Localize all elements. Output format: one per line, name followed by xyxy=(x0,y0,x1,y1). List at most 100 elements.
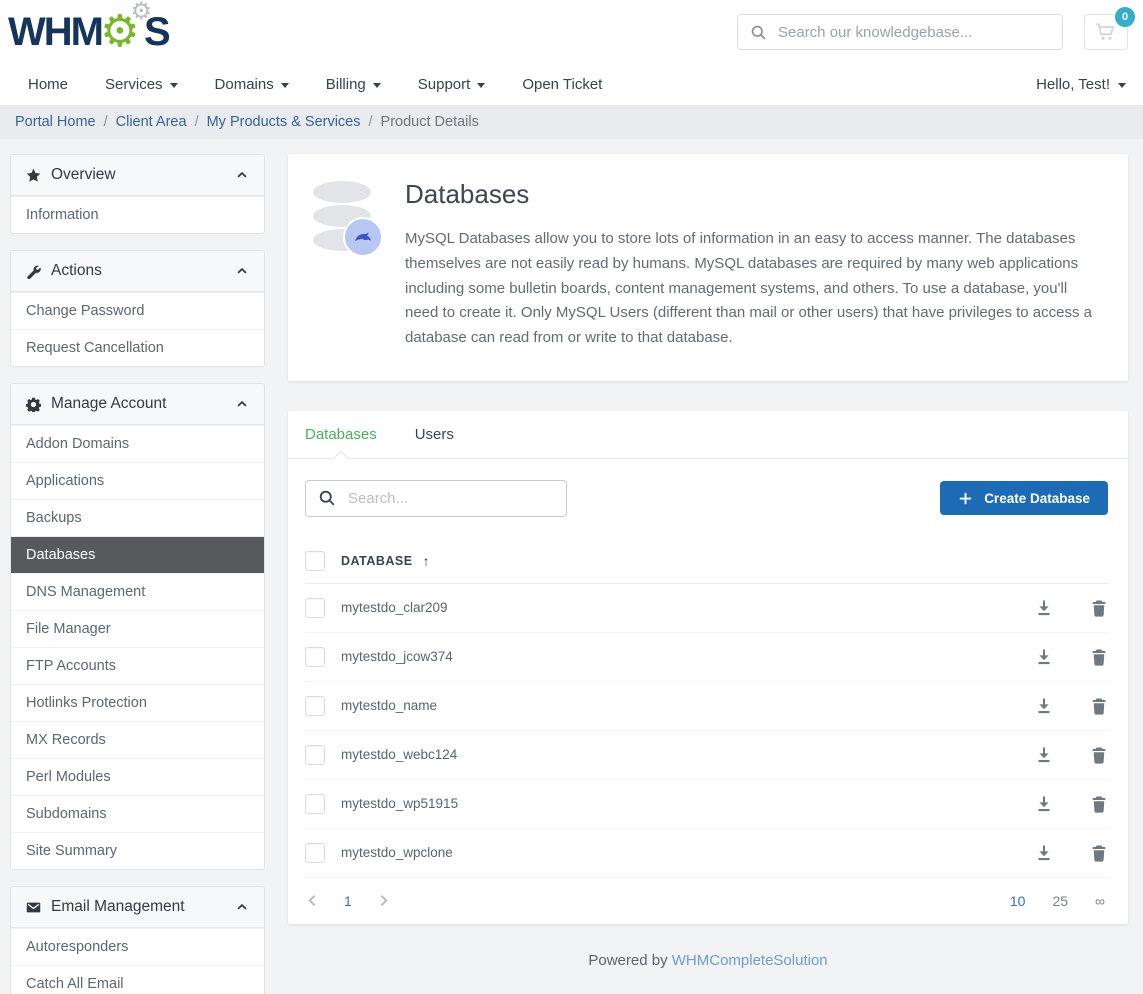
table-row: mytestdo_name xyxy=(305,682,1108,731)
table-search-input[interactable] xyxy=(348,490,554,507)
download-icon[interactable] xyxy=(1035,844,1053,862)
delete-icon[interactable] xyxy=(1090,599,1108,617)
row-checkbox[interactable] xyxy=(305,598,325,618)
row-checkbox[interactable] xyxy=(305,745,325,765)
database-name: mytestdo_name xyxy=(341,698,1013,713)
nav-item-billing[interactable]: Billing xyxy=(326,76,381,93)
breadcrumb-item-my-products-services[interactable]: My Products & Services xyxy=(207,114,361,130)
sidebar-item-information[interactable]: Information xyxy=(11,196,264,233)
sidebar-item-mx-records[interactable]: MX Records xyxy=(11,721,264,758)
sidebar-item-databases[interactable]: Databases xyxy=(11,536,264,573)
whmcs-logo[interactable]: WHM ⚙ ⚙ S xyxy=(8,6,169,58)
sidebar-item-file-manager[interactable]: File Manager xyxy=(11,610,264,647)
download-icon[interactable] xyxy=(1035,648,1053,666)
nav-item-label: Home xyxy=(28,76,68,93)
download-icon[interactable] xyxy=(1035,795,1053,813)
sidebar-panel-title: Overview xyxy=(51,166,116,184)
table-row: mytestdo_webc124 xyxy=(305,731,1108,780)
nav-item-support[interactable]: Support xyxy=(418,76,486,93)
tab-bar: Databases Users xyxy=(288,411,1128,459)
breadcrumb-separator: / xyxy=(195,114,199,130)
chevron-down-icon xyxy=(373,83,381,88)
intro-card: Databases MySQL Databases allow you to s… xyxy=(288,154,1128,381)
database-name: mytestdo_wp51915 xyxy=(341,796,1013,811)
sidebar-item-site-summary[interactable]: Site Summary xyxy=(11,832,264,869)
breadcrumb-item-portal-home[interactable]: Portal Home xyxy=(15,114,96,130)
page-size-25[interactable]: 25 xyxy=(1052,893,1068,909)
tab-databases[interactable]: Databases xyxy=(305,411,377,458)
logo-gear-icon: ⚙ ⚙ xyxy=(101,6,145,58)
next-page-icon[interactable] xyxy=(376,893,391,908)
row-checkbox[interactable] xyxy=(305,843,325,863)
nav-item-label: Support xyxy=(418,76,471,93)
nav-items: Home Services Domains Billing Support Open Ti… xyxy=(28,76,639,93)
row-checkbox[interactable] xyxy=(305,647,325,667)
chevron-down-icon xyxy=(170,83,178,88)
page-footer: Powered by WHMCompleteSolution xyxy=(288,952,1128,969)
chevron-down-icon xyxy=(477,83,485,88)
download-icon[interactable] xyxy=(1035,697,1053,715)
nav-item-home[interactable]: Home xyxy=(28,76,68,93)
sidebar-panel-manage-account: Manage Account Addon DomainsApplicationsB… xyxy=(10,383,265,870)
delete-icon[interactable] xyxy=(1090,648,1108,666)
sidebar-item-catch-all-email[interactable]: Catch All Email xyxy=(11,965,264,994)
row-checkbox[interactable] xyxy=(305,696,325,716)
databases-card: Databases Users Create Database xyxy=(288,411,1128,924)
main-column: Databases MySQL Databases allow you to s… xyxy=(288,154,1128,989)
main-nav: Home Services Domains Billing Support Open Ti… xyxy=(0,64,1143,105)
footer-link[interactable]: WHMCompleteSolution xyxy=(672,952,828,969)
previous-page-icon[interactable] xyxy=(305,893,320,908)
download-icon[interactable] xyxy=(1035,746,1053,764)
sidebar-item-perl-modules[interactable]: Perl Modules xyxy=(11,758,264,795)
sidebar-panel-header-email-management[interactable]: Email Management xyxy=(11,887,264,928)
delete-icon[interactable] xyxy=(1090,795,1108,813)
breadcrumb-separator: / xyxy=(369,114,373,130)
cart-button[interactable]: 0 xyxy=(1084,14,1128,50)
wrench-icon xyxy=(26,264,41,279)
sort-ascending-icon[interactable]: ↑ xyxy=(423,553,430,569)
sidebar-item-applications[interactable]: Applications xyxy=(11,462,264,499)
table-body: mytestdo_clar209 mytestdo_jcow374 mytestdo… xyxy=(305,584,1108,878)
sidebar-item-change-password[interactable]: Change Password xyxy=(11,292,264,329)
sidebar-panel-email-management: Email ManagementAutorespondersCatch All … xyxy=(10,886,265,994)
chevron-up-icon xyxy=(235,264,249,278)
breadcrumb-item-client-area[interactable]: Client Area xyxy=(116,114,187,130)
sidebar-panel-header-actions[interactable]: Actions xyxy=(11,251,264,292)
delete-icon[interactable] xyxy=(1090,746,1108,764)
sidebar-item-request-cancellation[interactable]: Request Cancellation xyxy=(11,329,264,366)
sidebar-item-dns-management[interactable]: DNS Management xyxy=(11,573,264,610)
databases-table: DATABASE ↑ mytestdo_clar209 mytestdo_jcow… xyxy=(288,537,1128,924)
table-row: mytestdo_jcow374 xyxy=(305,633,1108,682)
sidebar-item-autoresponders[interactable]: Autoresponders xyxy=(11,928,264,965)
sidebar-item-hotlinks-protection[interactable]: Hotlinks Protection xyxy=(11,684,264,721)
page-number[interactable]: 1 xyxy=(344,893,352,909)
sidebar-item-subdomains[interactable]: Subdomains xyxy=(11,795,264,832)
download-icon[interactable] xyxy=(1035,599,1053,617)
delete-icon[interactable] xyxy=(1090,844,1108,862)
nav-item-open-ticket[interactable]: Open Ticket xyxy=(522,76,602,93)
chevron-up-icon xyxy=(235,168,249,182)
sidebar-item-ftp-accounts[interactable]: FTP Accounts xyxy=(11,647,264,684)
sidebar-item-addon-domains[interactable]: Addon Domains xyxy=(11,425,264,462)
sidebar-panel-header-manage-account[interactable]: Manage Account xyxy=(11,384,264,425)
nav-item-label: Billing xyxy=(326,76,366,93)
nav-item-domains[interactable]: Domains xyxy=(215,76,289,93)
page-size-all[interactable]: ∞ xyxy=(1095,893,1105,909)
page-size-10[interactable]: 10 xyxy=(1010,893,1026,909)
breadcrumb-separator: / xyxy=(104,114,108,130)
tab-users[interactable]: Users xyxy=(415,411,454,458)
knowledgebase-search-input[interactable] xyxy=(778,24,1050,41)
delete-icon[interactable] xyxy=(1090,697,1108,715)
knowledgebase-search xyxy=(737,14,1063,50)
sidebar-panel-title: Manage Account xyxy=(51,395,166,413)
create-database-button[interactable]: Create Database xyxy=(940,481,1108,515)
database-name: mytestdo_clar209 xyxy=(341,600,1013,615)
sidebar-panel-header-overview[interactable]: Overview xyxy=(11,155,264,196)
sidebar-item-backups[interactable]: Backups xyxy=(11,499,264,536)
user-menu[interactable]: Hello, Test! xyxy=(1036,76,1126,93)
nav-item-services[interactable]: Services xyxy=(105,76,178,93)
row-checkbox[interactable] xyxy=(305,794,325,814)
column-header-database[interactable]: DATABASE xyxy=(341,554,413,568)
select-all-checkbox[interactable] xyxy=(305,551,325,571)
table-row: mytestdo_clar209 xyxy=(305,584,1108,633)
